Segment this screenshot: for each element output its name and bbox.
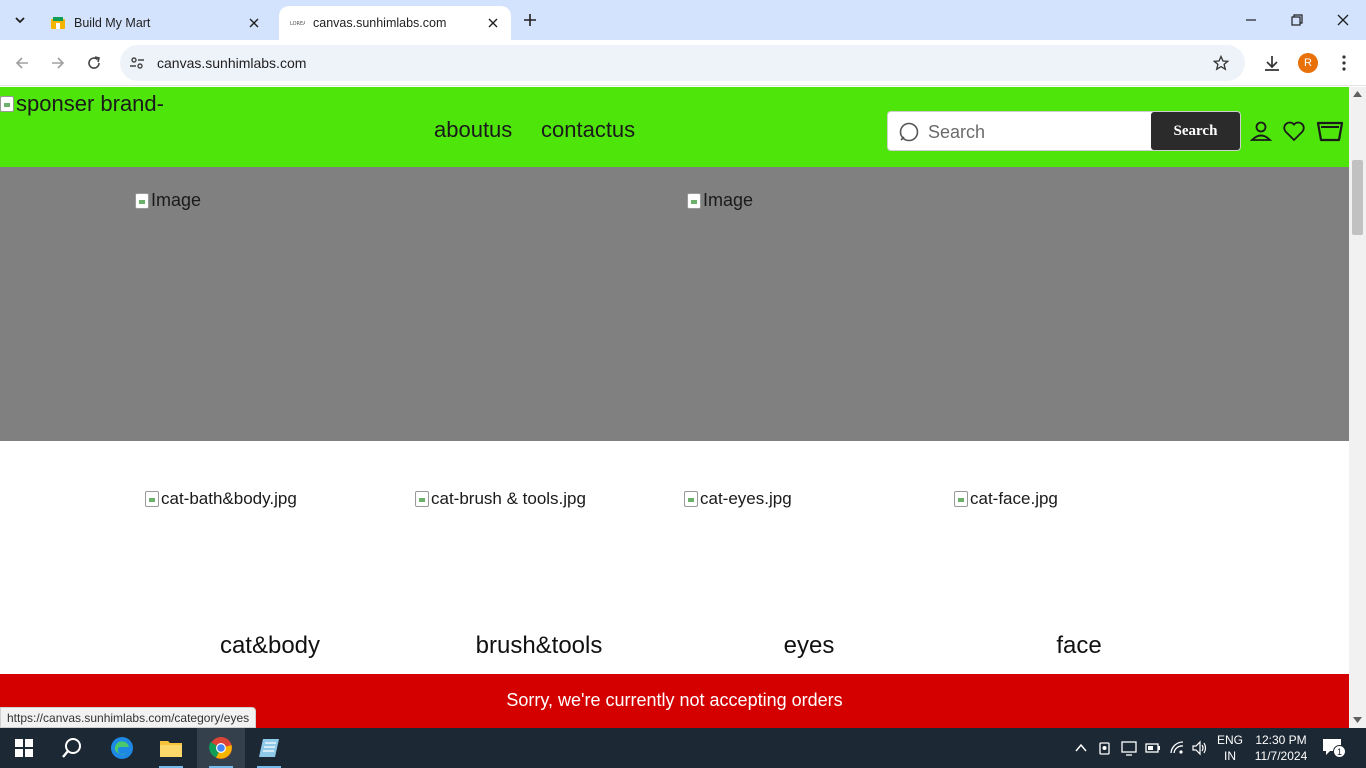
bookmark-star-icon[interactable] (1213, 55, 1229, 71)
notepad-app-icon (259, 739, 279, 757)
forward-arrow-icon[interactable] (45, 50, 71, 76)
taskbar-edge[interactable] (98, 728, 146, 768)
volume-icon[interactable] (1192, 740, 1208, 756)
windows-logo-icon (15, 739, 33, 757)
cart-icon[interactable] (1316, 118, 1344, 144)
logo-alt-text: sponser brand- (16, 91, 164, 116)
category-image-face[interactable]: cat-face.jpg (954, 489, 1058, 509)
taskbar-search-button[interactable] (48, 728, 96, 768)
browser-tab-strip: Build My Mart LOREA canvas.sunhimlabs.co… (0, 0, 1366, 40)
show-hidden-icons-chevron-icon[interactable] (1073, 740, 1089, 756)
broken-image-icon (954, 491, 968, 507)
broken-image-icon (135, 192, 149, 209)
taskbar-chrome[interactable] (197, 728, 245, 768)
site-favicon-icon: LOREA (290, 21, 305, 27)
notification-center[interactable]: 1 (1322, 738, 1346, 758)
sponsor-logo-broken-image[interactable]: sponser brand- (0, 91, 164, 117)
scroll-down-icon[interactable] (1353, 717, 1362, 723)
tab-close-icon[interactable] (483, 13, 503, 33)
hero-banner: Image Image (0, 167, 1349, 441)
wifi-icon[interactable] (1169, 740, 1185, 756)
search-placeholder: Search (928, 122, 986, 142)
tab-build-my-mart[interactable]: Build My Mart (40, 6, 272, 40)
site-info-icon[interactable] (129, 55, 145, 71)
nav-link-aboutus[interactable]: aboutus (434, 117, 512, 143)
region-code: IN (1224, 749, 1236, 763)
scrollbar-thumb[interactable] (1352, 160, 1363, 235)
banner-image-left[interactable]: Image (135, 190, 201, 211)
profile-avatar[interactable]: R (1298, 53, 1318, 73)
windows-taskbar: ENG IN 12:30 PM 11/7/2024 1 (0, 728, 1366, 768)
category-image-brush-tools[interactable]: cat-brush & tools.jpg (415, 489, 586, 509)
link-status-bubble: https://canvas.sunhimlabs.com/category/e… (0, 707, 257, 728)
search-icon (899, 122, 919, 142)
url-text: canvas.sunhimlabs.com (157, 55, 307, 71)
category-image-eyes[interactable]: cat-eyes.jpg (684, 489, 792, 509)
language-code: ENG (1216, 733, 1243, 747)
tab-search-chevron-icon[interactable] (8, 8, 32, 32)
broken-image-icon (687, 192, 701, 209)
site-header: sponser brand- aboutus contactus Search … (0, 87, 1349, 167)
tab-title: canvas.sunhimlabs.com (313, 16, 447, 30)
image-alt-text: Image (151, 190, 202, 210)
meet-now-icon[interactable] (1097, 740, 1113, 756)
mart-favicon-icon (51, 17, 65, 29)
banner-image-right[interactable]: Image (687, 190, 753, 211)
account-icon[interactable] (1249, 119, 1273, 143)
web-page: sponser brand- aboutus contactus Search … (0, 87, 1349, 728)
search-icon (62, 738, 81, 758)
notification-count-badge: 1 (1333, 745, 1346, 758)
broken-image-icon (0, 96, 14, 112)
kebab-menu-icon[interactable] (1335, 54, 1353, 72)
reload-icon[interactable] (81, 50, 107, 76)
category-name-face[interactable]: face (944, 632, 1214, 660)
svg-text:LOREA: LOREA (290, 21, 305, 27)
broken-image-icon (145, 491, 159, 507)
clock[interactable]: 12:30 PM 11/7/2024 (1250, 732, 1312, 764)
wishlist-heart-icon[interactable] (1282, 119, 1306, 143)
input-language[interactable]: ENG IN (1214, 732, 1246, 764)
new-tab-plus-icon[interactable] (520, 10, 540, 30)
tab-canvas-sunhimlabs[interactable]: LOREA canvas.sunhimlabs.com (279, 6, 511, 40)
category-image-alt: cat-bath&body.jpg (161, 489, 297, 508)
tab-close-icon[interactable] (244, 13, 264, 33)
battery-icon[interactable] (1145, 740, 1161, 756)
scroll-up-icon[interactable] (1353, 91, 1362, 97)
close-window-icon[interactable] (1331, 8, 1355, 32)
broken-image-icon (415, 491, 429, 507)
download-icon[interactable] (1263, 54, 1281, 72)
category-name-bath-body[interactable]: cat&body (135, 632, 405, 660)
start-button[interactable] (0, 728, 48, 768)
search-input[interactable]: Search Search (887, 111, 1241, 151)
image-alt-text: Image (703, 190, 754, 210)
clock-time: 12:30 PM (1255, 733, 1307, 747)
clock-date: 11/7/2024 (1254, 749, 1308, 763)
folder-icon (160, 741, 182, 757)
category-name-brush-tools[interactable]: brush&tools (404, 632, 674, 660)
taskbar-app[interactable] (245, 728, 293, 768)
search-button[interactable]: Search (1151, 112, 1240, 150)
browser-toolbar: canvas.sunhimlabs.com R (0, 40, 1366, 86)
address-bar[interactable]: canvas.sunhimlabs.com (120, 45, 1245, 81)
category-image-alt: cat-brush & tools.jpg (431, 489, 586, 508)
minimize-icon[interactable] (1239, 8, 1263, 32)
back-arrow-icon[interactable] (9, 50, 35, 76)
taskbar-file-explorer[interactable] (147, 728, 195, 768)
category-image-bath-body[interactable]: cat-bath&body.jpg (145, 489, 297, 509)
chrome-browser-icon (209, 737, 232, 759)
category-image-alt: cat-face.jpg (970, 489, 1058, 508)
restore-icon[interactable] (1285, 8, 1309, 32)
nav-link-contactus[interactable]: contactus (541, 117, 635, 143)
display-icon[interactable] (1121, 740, 1137, 756)
edge-browser-icon (111, 737, 133, 759)
category-image-alt: cat-eyes.jpg (700, 489, 792, 508)
category-name-eyes[interactable]: eyes (674, 632, 944, 660)
tab-title: Build My Mart (74, 16, 151, 30)
broken-image-icon (684, 491, 698, 507)
